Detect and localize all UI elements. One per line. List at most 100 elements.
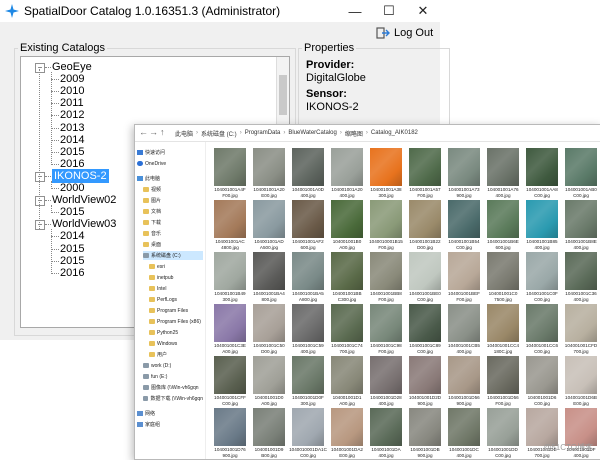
image-thumbnail[interactable] bbox=[214, 408, 246, 446]
thumbnail-filename[interactable]: 104001001D76 900.jpg bbox=[210, 447, 250, 458]
image-thumbnail[interactable] bbox=[370, 200, 402, 238]
thumbnail-filename[interactable]: 104001001D56 900.jpg bbox=[444, 395, 484, 406]
tree-expander-icon[interactable]: − bbox=[35, 171, 45, 182]
image-thumbnail[interactable] bbox=[292, 200, 324, 238]
nav-item[interactable]: 图像库 (\\Win-vh6gqn bbox=[143, 383, 203, 392]
image-thumbnail[interactable] bbox=[292, 408, 324, 446]
nav-item[interactable]: 此电脑 bbox=[137, 174, 203, 183]
image-thumbnail[interactable] bbox=[253, 252, 285, 290]
image-thumbnail[interactable] bbox=[253, 304, 285, 342]
image-thumbnail[interactable] bbox=[214, 252, 246, 290]
tree-expander-icon[interactable]: − bbox=[35, 63, 45, 73]
image-thumbnail[interactable] bbox=[331, 408, 363, 446]
image-thumbnail[interactable] bbox=[448, 304, 480, 342]
image-thumbnail[interactable] bbox=[409, 304, 441, 342]
thumbnail-filename[interactable]: 104001001C0F C00.jpg bbox=[522, 291, 562, 302]
thumbnail-filename[interactable]: 104001001DD C00.jpg bbox=[483, 447, 523, 458]
nav-item[interactable]: 网络 bbox=[137, 409, 203, 418]
thumbnail-filename[interactable]: 104001001CB5 400.jpg bbox=[444, 343, 484, 354]
image-thumbnail[interactable] bbox=[370, 304, 402, 342]
address-bar[interactable]: ← → ↑ 此电脑 › 系统磁盘 (C:) › ProgramData › BlueWate… bbox=[135, 125, 600, 142]
thumbnail-filename[interactable]: 104001001C3E A00.jpg bbox=[210, 343, 250, 354]
thumbnail-filename[interactable]: 104001001D0 A00.jpg bbox=[249, 395, 289, 406]
nav-item[interactable]: 数据下载 (\\Win-vh6gqn bbox=[143, 394, 203, 403]
image-thumbnail[interactable] bbox=[565, 148, 597, 186]
image-thumbnail[interactable] bbox=[565, 408, 597, 446]
thumbnail-filename[interactable]: 104001001C59 400.jpg bbox=[288, 343, 328, 354]
nav-item[interactable]: fun (E:) bbox=[143, 372, 203, 381]
tree-expander-icon[interactable]: − bbox=[35, 220, 45, 231]
thumbnail-filename[interactable]: 104001001C98 F00.jpg bbox=[366, 343, 406, 354]
thumbnail-filename[interactable]: 104001001B49 300.jpg bbox=[210, 291, 250, 302]
forward-arrow-icon[interactable]: → bbox=[149, 127, 158, 137]
thumbnail-filename[interactable]: 104001001D6B E00.jpg bbox=[561, 395, 600, 406]
image-thumbnail[interactable] bbox=[292, 304, 324, 342]
image-thumbnail[interactable] bbox=[526, 252, 558, 290]
thumbnail-filename[interactable]: 104001001A20 400.jpg bbox=[327, 187, 367, 198]
nav-item[interactable]: inetpub bbox=[149, 273, 203, 282]
nav-item[interactable]: 用户 bbox=[149, 350, 203, 359]
nav-item[interactable]: esri bbox=[149, 262, 203, 271]
nav-item[interactable]: Intel bbox=[149, 284, 203, 293]
image-thumbnail[interactable] bbox=[448, 356, 480, 394]
thumbnail-filename[interactable]: 104001001B0 A00.jpg bbox=[327, 239, 367, 250]
nav-item[interactable]: Windows bbox=[149, 339, 203, 348]
thumbnail-filename[interactable]: 1040010001B15 F00.jpg bbox=[366, 239, 406, 250]
maximize-button[interactable]: ☐ bbox=[372, 0, 406, 22]
thumbnail-filename[interactable]: 104001001B6E 600.jpg bbox=[483, 239, 523, 250]
nav-item[interactable]: 文档 bbox=[143, 207, 203, 216]
image-thumbnail[interactable] bbox=[409, 252, 441, 290]
thumbnail-filename[interactable]: 104001001AF2 600.jpg bbox=[288, 239, 328, 250]
image-thumbnail[interactable] bbox=[253, 200, 285, 238]
nav-item[interactable]: 系统磁盘 (C:) bbox=[143, 251, 203, 260]
thumbnail-filename[interactable]: 104001001BEF F00.jpg bbox=[444, 291, 484, 302]
image-thumbnail[interactable] bbox=[448, 148, 480, 186]
thumbnail-filename[interactable]: 104001001C36 400.jpg bbox=[561, 291, 600, 302]
back-arrow-icon[interactable]: ← bbox=[139, 127, 148, 137]
thumbnail-filename[interactable]: 104001001BE0 C00.jpg bbox=[405, 291, 445, 302]
thumbnail-filename[interactable]: 104001001A20 E00.jpg bbox=[249, 187, 289, 198]
thumbnail-filename[interactable]: 104001001AA8 C00.jpg bbox=[522, 187, 562, 198]
image-thumbnail[interactable] bbox=[565, 200, 597, 238]
thumbnail-filename[interactable]: 104001001D9 B00.jpg bbox=[249, 447, 289, 458]
thumbnail-filename[interactable]: 104001001CFF C00.jpg bbox=[210, 395, 250, 406]
nav-item[interactable]: 家庭组 bbox=[137, 420, 203, 429]
nav-item[interactable]: OneDrive bbox=[137, 159, 203, 168]
nav-item[interactable]: Program Files bbox=[149, 306, 203, 315]
image-thumbnail[interactable] bbox=[214, 148, 246, 186]
thumbnail-filename[interactable]: 104001001CC4 180C.jpg bbox=[483, 343, 523, 354]
up-arrow-icon[interactable]: ↑ bbox=[160, 127, 165, 137]
image-thumbnail[interactable] bbox=[487, 148, 519, 186]
thumbnail-filename[interactable]: 104001001AD A500.jpg bbox=[249, 239, 289, 250]
image-thumbnail[interactable] bbox=[331, 200, 363, 238]
thumbnail-filename[interactable]: 104001001DC 400.jpg bbox=[444, 447, 484, 458]
image-thumbnail[interactable] bbox=[487, 356, 519, 394]
thumbnail-filename[interactable]: 104001001B22 D00.jpg bbox=[405, 239, 445, 250]
close-button[interactable]: ✕ bbox=[406, 0, 440, 22]
image-thumbnail[interactable] bbox=[214, 200, 246, 238]
breadcrumb-item[interactable]: 缩略图 bbox=[345, 129, 363, 138]
thumbnail-filename[interactable]: 104001001D2D 900.jpg bbox=[405, 395, 445, 406]
navigation-pane[interactable]: 快速访问 OneDrive 此电脑 视频 图片 文档 下载 音乐 桌面 系统磁盘 (C:) esri… bbox=[135, 142, 206, 459]
image-thumbnail[interactable] bbox=[448, 252, 480, 290]
thumbnail-filename[interactable]: 104001001D28 400.jpg bbox=[366, 395, 406, 406]
image-thumbnail[interactable] bbox=[214, 356, 246, 394]
nav-item[interactable]: 快速访问 bbox=[137, 148, 203, 157]
breadcrumb-item[interactable]: 此电脑 bbox=[175, 129, 193, 138]
thumbnail-filename[interactable]: 104001001DA2 E00.jpg bbox=[327, 447, 367, 458]
image-thumbnail[interactable] bbox=[370, 356, 402, 394]
nav-item[interactable]: 图片 bbox=[143, 196, 203, 205]
image-thumbnail[interactable] bbox=[526, 148, 558, 186]
thumbnail-filename[interactable]: 104001001D6 C00.jpg bbox=[522, 395, 562, 406]
logout-button[interactable]: Log Out bbox=[376, 24, 433, 42]
image-thumbnail[interactable] bbox=[565, 356, 597, 394]
image-thumbnail[interactable] bbox=[214, 304, 246, 342]
thumbnail-filename[interactable]: 104001001D56 F00.jpg bbox=[483, 395, 523, 406]
thumbnail-filename[interactable]: 104001001A0D 400.jpg bbox=[288, 187, 328, 198]
thumbnail-filename[interactable]: 104001001A76 400.jpg bbox=[483, 187, 523, 198]
image-thumbnail[interactable] bbox=[292, 252, 324, 290]
image-thumbnail[interactable] bbox=[448, 200, 480, 238]
nav-item[interactable]: 桌面 bbox=[143, 240, 203, 249]
thumbnail-filename[interactable]: 104001001BA5 A800.jpg bbox=[288, 291, 328, 302]
image-thumbnail[interactable] bbox=[331, 356, 363, 394]
